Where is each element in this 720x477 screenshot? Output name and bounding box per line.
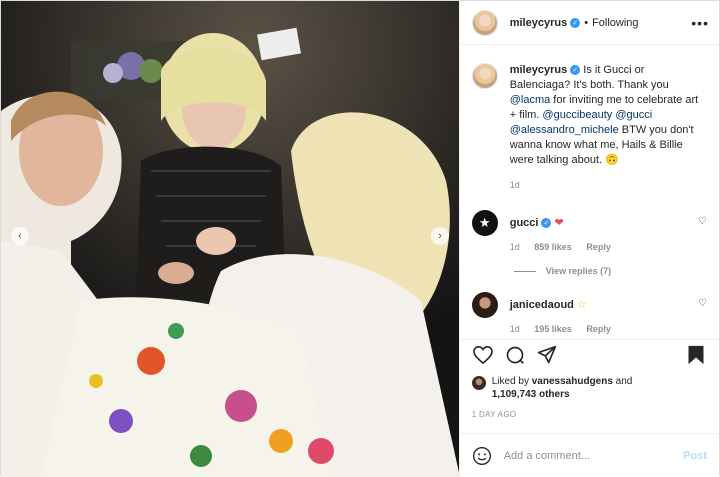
more-options-icon[interactable]: ••• — [691, 15, 709, 31]
author-username[interactable]: mileycyrus — [510, 17, 567, 29]
mention-link[interactable]: @guccibeauty — [542, 109, 612, 121]
comment-likes[interactable]: 195 likes — [534, 324, 572, 334]
commenter-avatar[interactable]: ★ — [471, 210, 498, 236]
post-comment-button[interactable]: Post — [683, 450, 707, 462]
star-logo-icon: ★ — [478, 215, 491, 230]
comment-likes[interactable]: 859 likes — [534, 242, 572, 252]
share-icon — [537, 345, 556, 364]
comment-meta: 1d 859 likes Reply — [510, 242, 707, 252]
comment-button[interactable] — [504, 344, 526, 366]
heart-emoji: ❤ — [554, 217, 564, 229]
chevron-right-icon: › — [438, 229, 442, 242]
caption-author-username[interactable]: mileycyrus — [510, 64, 567, 76]
comments-section: mileycyrus ✓ Is it Gucci or Balenciaga? I… — [459, 45, 719, 340]
comment-input[interactable] — [503, 449, 684, 462]
comment-like-heart-icon[interactable]: ♡ — [698, 216, 707, 227]
commenter-avatar[interactable] — [471, 292, 498, 318]
liker-username[interactable]: vanessahudgens — [532, 376, 613, 387]
mention-link[interactable]: @alessandro_michele — [510, 124, 619, 136]
comment-body: janicedaoud ☆ 1d 195 likes Reply — [510, 292, 707, 334]
comment-icon — [506, 346, 524, 364]
heart-icon — [472, 346, 493, 364]
caption-body: mileycyrus ✓ Is it Gucci or Balenciaga? I… — [510, 63, 707, 193]
carousel-next-button[interactable]: › — [431, 227, 449, 245]
like-button[interactable] — [472, 344, 494, 366]
reply-button[interactable]: Reply — [586, 324, 611, 334]
carousel-prev-button[interactable]: ‹ — [11, 227, 29, 245]
separator-dot: • — [584, 16, 589, 29]
share-button[interactable] — [536, 344, 558, 366]
bookmark-icon — [688, 345, 704, 365]
photo-illustration — [1, 1, 459, 477]
chevron-left-icon: ‹ — [18, 229, 22, 242]
likes-prefix: Liked by — [491, 376, 532, 387]
action-bar — [460, 340, 719, 370]
author-avatar[interactable] — [471, 9, 498, 36]
caption: mileycyrus ✓ Is it Gucci or Balenciaga? I… — [471, 63, 707, 193]
likes-middle: and — [612, 376, 633, 387]
comment-like-heart-icon[interactable]: ♡ — [698, 298, 707, 309]
comment-time[interactable]: 1d — [510, 242, 520, 252]
comment-meta: 1d 195 likes Reply — [510, 324, 707, 334]
likes-summary: Liked by vanessahudgens and 1,109,743 ot… — [471, 375, 707, 401]
divider-line — [513, 270, 536, 272]
verified-badge-icon: ✓ — [570, 65, 581, 76]
likes-text: Liked by vanessahudgens and 1,109,743 ot… — [492, 375, 633, 401]
instagram-post: ‹ › mileycyrus ✓ • Following ••• mileycy… — [0, 0, 720, 477]
save-button[interactable] — [685, 344, 707, 366]
comment-body: gucci ✓ ❤ 1d 859 likes Reply — [510, 210, 707, 252]
following-button[interactable]: Following — [592, 17, 638, 29]
reply-button[interactable]: Reply — [586, 242, 611, 252]
caption-author-avatar[interactable] — [471, 63, 498, 89]
commenter-username[interactable]: gucci — [510, 217, 539, 229]
view-replies-label: View replies (7) — [545, 266, 612, 276]
post-timestamp[interactable]: 1 DAY AGO — [472, 410, 517, 419]
post-side-panel: mileycyrus ✓ • Following ••• mileycyrus ✓… — [458, 1, 719, 477]
commenter-username[interactable]: janicedaoud — [510, 299, 574, 311]
caption-time[interactable]: 1d — [510, 178, 707, 193]
post-photo[interactable]: ‹ › — [1, 1, 459, 477]
view-replies-button[interactable]: View replies (7) — [513, 266, 707, 276]
smile-icon[interactable] — [472, 446, 492, 466]
mention-link[interactable]: @lacma — [510, 94, 551, 106]
star-emoji: ☆ — [576, 299, 587, 311]
verified-badge-icon: ✓ — [541, 218, 552, 229]
add-comment-bar: Post — [459, 433, 719, 477]
comment-time[interactable]: 1d — [510, 324, 520, 334]
likes-count[interactable]: 1,109,743 others — [492, 389, 570, 400]
liker-avatar[interactable] — [471, 376, 486, 390]
comment-item: janicedaoud ☆ 1d 195 likes Reply ♡ — [471, 292, 707, 334]
post-header: mileycyrus ✓ • Following ••• — [459, 1, 719, 45]
mention-link[interactable]: @gucci — [615, 109, 652, 121]
verified-badge-icon: ✓ — [570, 17, 581, 28]
comment-item: ★ gucci ✓ ❤ 1d 859 likes Reply ♡ — [471, 210, 707, 252]
